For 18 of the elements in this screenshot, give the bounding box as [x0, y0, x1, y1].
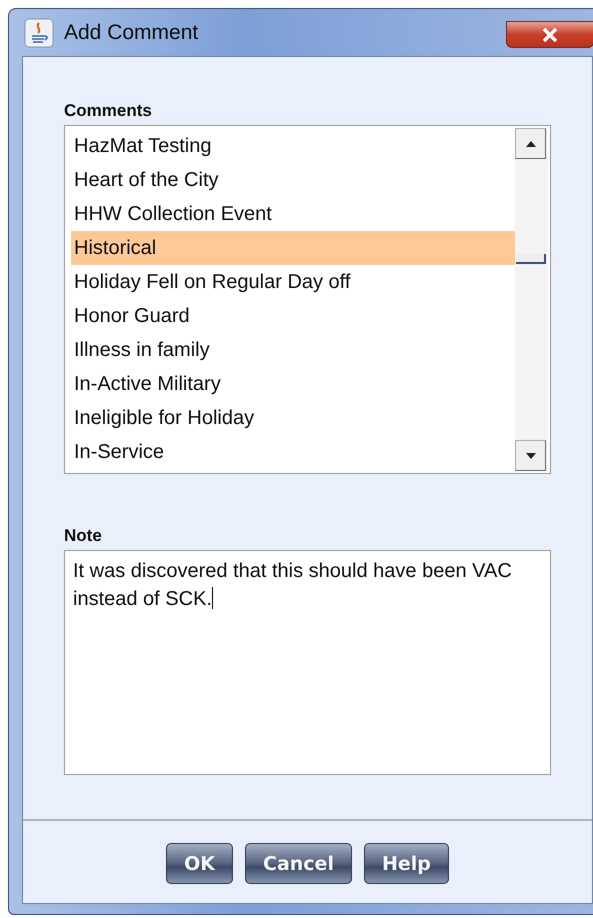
dialog-button[interactable]: Cancel [245, 843, 352, 884]
note-field[interactable]: It was discovered that this should have been VAC instead of SCK. [64, 550, 551, 775]
list-item[interactable]: In-Service [71, 435, 515, 469]
comments-label: Comments [64, 101, 153, 121]
note-label: Note [64, 526, 103, 546]
list-item[interactable]: In-Active Military [71, 367, 515, 401]
comments-list[interactable]: HazMat Testing Heart of the City HHW Collection Event Historical Holiday Fell on Regular Day off Honor Guard Illness in family In-Active Military Ineligible for Holiday In-Service [64, 125, 551, 474]
list-item[interactable]: Holiday Fell on Regular Day off [71, 265, 515, 299]
list-item[interactable]: Illness in family [71, 333, 515, 367]
dialog-button[interactable]: OK [166, 843, 233, 884]
dialog-button[interactable]: Help [364, 843, 449, 884]
window-title: Add Comment [64, 20, 198, 44]
list-item[interactable]: Ineligible for Holiday [71, 401, 515, 435]
list-item[interactable]: Heart of the City [71, 163, 515, 197]
list-item[interactable]: HazMat Testing [71, 129, 515, 163]
list-item[interactable]: Honor Guard [71, 299, 515, 333]
list-item[interactable]: HHW Collection Event [71, 197, 515, 231]
list-item[interactable]: Historical [71, 231, 515, 265]
